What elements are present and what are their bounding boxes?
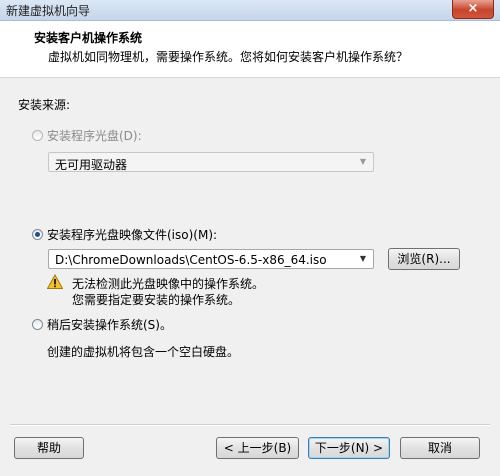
install-iso-label: 安装程序光盘映像文件(iso)(M):	[47, 228, 218, 242]
install-source-label: 安装来源:	[18, 98, 71, 112]
wizard-header: 安装客户机操作系统 虚拟机如同物理机，需要操作系统。您将如何安装客户机操作系统？	[0, 21, 500, 78]
disc-drive-select[interactable]: 无可用驱动器 ▼	[48, 152, 374, 172]
window-title: 新建虚拟机向导	[6, 4, 91, 18]
chevron-down-icon[interactable]: ▼	[358, 253, 368, 265]
disc-drive-value: 无可用驱动器	[55, 158, 128, 172]
title-bar: 新建虚拟机向导 ×	[0, 0, 500, 21]
next-button[interactable]: 下一步(N) >	[308, 437, 390, 459]
radio-install-iso[interactable]	[32, 229, 43, 240]
warning-icon	[47, 274, 63, 289]
install-disc-label: 安装程序光盘(D):	[47, 129, 142, 143]
page-title: 安装客户机操作系统	[34, 31, 143, 45]
footer-divider	[10, 424, 490, 426]
warning-line-1: 无法检测此光盘映像中的操作系统。	[72, 277, 265, 291]
iso-path-input[interactable]: D:\ChromeDownloads\CentOS-6.5-x86_64.iso…	[48, 249, 374, 269]
chevron-down-icon: ▼	[359, 157, 367, 166]
iso-path-value: D:\ChromeDownloads\CentOS-6.5-x86_64.iso	[55, 253, 327, 267]
radio-install-disc[interactable]	[32, 130, 43, 141]
warning-line-2: 您需要指定要安装的操作系统。	[72, 293, 241, 307]
browse-button[interactable]: 浏览(R)...	[388, 248, 460, 270]
page-subtitle: 虚拟机如同物理机，需要操作系统。您将如何安装客户机操作系统？	[48, 50, 409, 64]
wizard-content: 安装来源: 安装程序光盘(D): 无可用驱动器 ▼ 安装程序光盘映像文件(iso…	[0, 78, 500, 476]
close-icon: ×	[467, 1, 479, 16]
help-button[interactable]: 帮助	[14, 437, 84, 459]
back-button[interactable]: < 上一步(B)	[216, 437, 299, 459]
radio-install-later[interactable]	[32, 319, 43, 330]
cancel-button[interactable]: 取消	[400, 437, 480, 459]
install-later-note: 创建的虚拟机将包含一个空白硬盘。	[47, 345, 240, 359]
close-button[interactable]: ×	[452, 0, 494, 19]
install-later-label: 稍后安装操作系统(S)。	[47, 318, 172, 332]
